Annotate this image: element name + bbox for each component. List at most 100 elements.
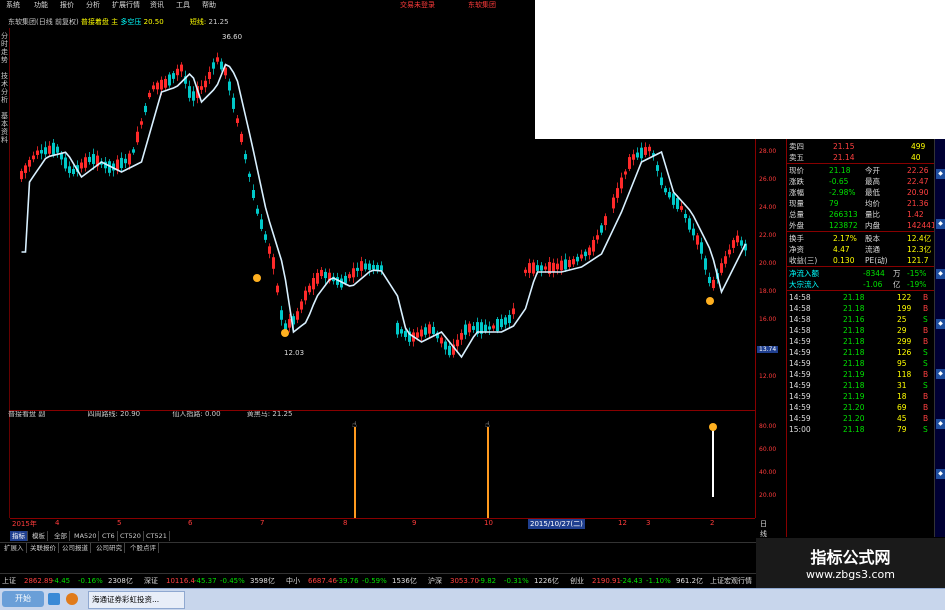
candle xyxy=(296,311,299,320)
tick-label: 22.00 xyxy=(759,232,777,239)
tick-time: 14:59 xyxy=(789,381,811,390)
ticker-pct: -0.16% xyxy=(78,577,103,585)
candle xyxy=(360,261,363,271)
desktop-icon[interactable] xyxy=(48,593,60,605)
candle xyxy=(512,308,515,315)
quote-row: 收益(三) 0.130 PE(动) 121.7 xyxy=(789,255,933,266)
ticker-right-label[interactable]: 上证宏观行情 xyxy=(710,574,752,589)
tick-price: 21.18 xyxy=(843,326,865,335)
tick-side: S xyxy=(923,381,928,390)
browser-icon[interactable] xyxy=(66,593,78,605)
menu-quote[interactable]: 报价 xyxy=(60,0,74,11)
tick-side: B xyxy=(923,293,929,302)
tick-volume: 199 xyxy=(897,304,912,313)
toolbar-button[interactable]: ◆ xyxy=(936,269,945,279)
separator xyxy=(787,231,935,232)
tick-side: B xyxy=(923,337,929,346)
quote-row: 14:59 21.19 118 B xyxy=(789,369,933,380)
candle xyxy=(172,73,175,79)
flow-pct: -19% xyxy=(907,280,927,289)
tab-intraday[interactable]: 分时走势 xyxy=(0,32,9,64)
candle xyxy=(528,263,531,273)
tab-indicator[interactable]: 指标 xyxy=(10,531,28,541)
candle xyxy=(32,155,35,160)
toolbar-button[interactable]: ◆ xyxy=(936,469,945,479)
candle xyxy=(620,177,623,189)
candle xyxy=(684,213,687,219)
candle xyxy=(356,267,359,271)
candle xyxy=(156,82,159,90)
tab-extend[interactable]: 扩展入 xyxy=(2,543,27,553)
date-axis: 2015年 4 5 6 7 8 9 10 2015/10/27(二) 12 3 … xyxy=(10,518,767,538)
sub-indicator-chart[interactable]: ☝ ☝ xyxy=(10,410,755,519)
toolbar-button[interactable]: ◆ xyxy=(936,319,945,329)
login-status[interactable]: 交易未登录 xyxy=(400,0,435,11)
ticker-val: 2862.89 xyxy=(24,577,53,585)
toolbar-button[interactable]: ◆ xyxy=(936,369,945,379)
order-label: 卖四 xyxy=(789,142,804,151)
stat-value: 1.42 xyxy=(907,210,924,219)
tab-template[interactable]: 模板 xyxy=(30,531,48,541)
tab-company-report[interactable]: 公司报道 xyxy=(60,543,91,553)
tick-price: 21.18 xyxy=(843,348,865,357)
stat-label: PE(动) xyxy=(865,256,888,265)
candle xyxy=(444,341,447,350)
menu-news[interactable]: 资讯 xyxy=(150,0,164,11)
tab-technical[interactable]: 技术分析 xyxy=(0,72,9,104)
candle xyxy=(416,332,419,338)
candle xyxy=(344,275,347,284)
start-button[interactable]: 开始 xyxy=(2,591,44,607)
stat-label: 最低 xyxy=(865,188,880,197)
candle xyxy=(604,216,607,226)
candle xyxy=(280,310,283,320)
stat-value: 2.17% xyxy=(833,234,857,243)
separator xyxy=(787,290,935,291)
tick-side: B xyxy=(923,304,929,313)
tab-ma520[interactable]: MA520 xyxy=(72,531,100,541)
tab-stock-review[interactable]: 个股点评 xyxy=(128,543,159,553)
menu-help[interactable]: 帮助 xyxy=(202,0,216,11)
tick-volume: 18 xyxy=(897,392,907,401)
stat-value: 12.3亿 xyxy=(907,245,932,254)
menu-function[interactable]: 功能 xyxy=(34,0,48,11)
candle xyxy=(628,157,631,169)
candle xyxy=(44,147,47,155)
tick-price: 21.19 xyxy=(843,370,865,379)
note-value: 21.25 xyxy=(208,18,229,26)
tab-fundamental[interactable]: 基本资料 xyxy=(0,112,9,144)
tab-ct520[interactable]: CT520 xyxy=(118,531,144,541)
tick-volume: 118 xyxy=(897,370,912,379)
signal-marker xyxy=(281,329,289,337)
toolbar-button[interactable]: ◆ xyxy=(936,419,945,429)
ticker-chg: -9.82 xyxy=(478,577,497,585)
candle xyxy=(736,235,739,243)
ticker-pct: -1.10% xyxy=(646,577,671,585)
tick-side: B xyxy=(923,403,929,412)
tab-company-research[interactable]: 公司研究 xyxy=(94,543,125,553)
taskbar-app-item[interactable]: 海通证券彩虹投资... xyxy=(88,591,185,609)
stat-value: 266313 xyxy=(829,210,858,219)
tick-volume: 126 xyxy=(897,348,912,357)
menu-system[interactable]: 系统 xyxy=(6,0,20,11)
candle xyxy=(404,331,407,337)
tab-all[interactable]: 全部 xyxy=(52,531,70,541)
toolbar-button[interactable]: ◆ xyxy=(936,219,945,229)
menu-analysis[interactable]: 分析 xyxy=(86,0,100,11)
tick-price: 21.18 xyxy=(843,425,865,434)
tab-ct6[interactable]: CT6 xyxy=(100,531,118,541)
tick-price: 21.18 xyxy=(843,304,865,313)
stat-label: 涨跌 xyxy=(789,177,804,186)
date-cursor-label: 2015/10/27(二) xyxy=(528,519,585,529)
menu-tools[interactable]: 工具 xyxy=(176,0,190,11)
date-label: 4 xyxy=(55,519,60,527)
toolbar-button[interactable]: ◆ xyxy=(936,169,945,179)
candle xyxy=(544,266,547,270)
candle xyxy=(24,165,27,173)
menu-extended[interactable]: 扩展行情 xyxy=(112,0,140,11)
tick-time: 14:59 xyxy=(789,359,811,368)
candle xyxy=(432,326,435,335)
tab-ct521[interactable]: CT521 xyxy=(144,531,170,541)
candle xyxy=(216,57,219,62)
candle xyxy=(300,301,303,310)
tab-related[interactable]: 关联报价 xyxy=(28,543,59,553)
